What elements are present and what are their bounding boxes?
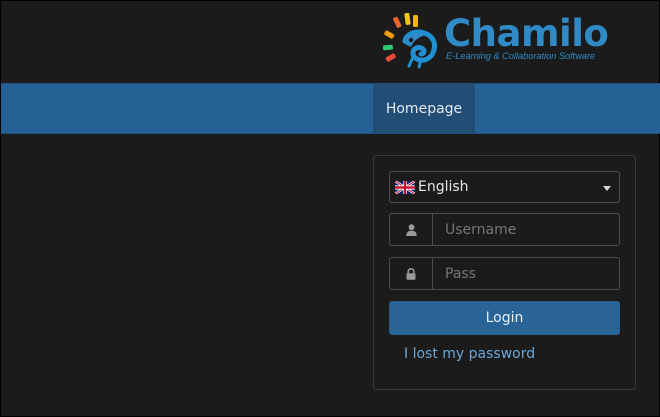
logo-tagline: E-Learning & Collaboration Software xyxy=(446,51,596,61)
chamilo-logo[interactable]: Chamilo E-Learning & Collaboration Softw… xyxy=(383,13,623,69)
chevron-down-icon xyxy=(603,186,611,191)
username-field-group xyxy=(389,213,620,246)
header: Chamilo E-Learning & Collaboration Softw… xyxy=(1,1,660,83)
login-button[interactable]: Login xyxy=(389,301,620,335)
password-input[interactable] xyxy=(433,258,619,289)
lock-icon xyxy=(406,267,416,280)
nav-item-homepage[interactable]: Homepage xyxy=(373,84,475,133)
logo-wordmark: Chamilo xyxy=(444,12,609,55)
main-navbar: Homepage xyxy=(1,83,660,134)
chameleon-logo-icon xyxy=(383,13,437,69)
lock-icon-addon xyxy=(390,258,433,289)
lost-password-link[interactable]: I lost my password xyxy=(404,346,535,362)
language-select[interactable]: English xyxy=(389,171,620,203)
language-selected: English xyxy=(418,179,469,195)
password-field-group xyxy=(389,257,620,290)
user-icon xyxy=(405,223,417,236)
page: Chamilo E-Learning & Collaboration Softw… xyxy=(0,0,660,417)
uk-flag-icon xyxy=(395,181,415,194)
user-icon-addon xyxy=(390,214,433,245)
username-input[interactable] xyxy=(433,214,619,245)
login-panel: English Login I lost my password xyxy=(373,155,636,390)
